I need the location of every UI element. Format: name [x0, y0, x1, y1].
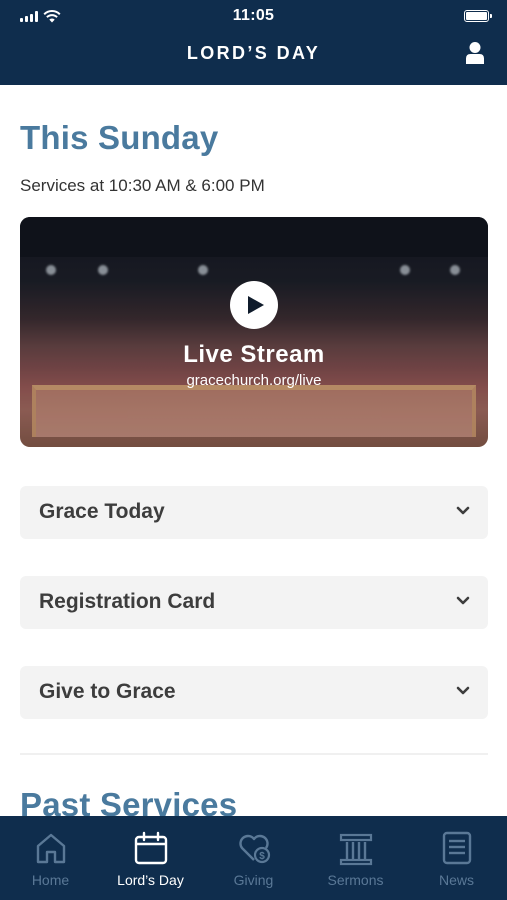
- chevron-down-icon: [456, 686, 470, 695]
- battery-icon: [464, 10, 492, 22]
- accordion-give-to-grace[interactable]: Give to Grace: [20, 666, 488, 719]
- service-times: Services at 10:30 AM & 6:00 PM: [20, 176, 265, 195]
- home-icon: [36, 833, 66, 864]
- status-time: 11:05: [232, 7, 275, 24]
- tab-giving[interactable]: $ Giving: [203, 816, 304, 900]
- profile-icon[interactable]: [464, 41, 486, 65]
- live-stream-url[interactable]: gracechurch.org/live: [20, 372, 488, 389]
- heart-dollar-icon: $: [239, 834, 271, 864]
- section-divider: [20, 753, 488, 755]
- accordion-label: Registration Card: [39, 590, 216, 613]
- top-bar: 11:05 LORD’S DAY: [0, 0, 507, 85]
- accordion-label: Give to Grace: [39, 680, 176, 703]
- accordion-grace-today[interactable]: Grace Today: [20, 486, 488, 539]
- status-bar: 11:05: [0, 0, 507, 32]
- bottom-tab-bar: Home Lord’s Day $ Giving Sermons News: [0, 816, 507, 900]
- tab-label: Giving: [233, 872, 274, 888]
- chevron-down-icon: [456, 506, 470, 515]
- calendar-icon: [134, 831, 168, 865]
- accordion-label: Grace Today: [39, 500, 165, 523]
- live-stream-card[interactable]: Live Stream gracechurch.org/live: [20, 217, 488, 447]
- play-icon: [248, 296, 264, 314]
- tab-label: Sermons: [327, 872, 384, 888]
- this-sunday-heading: This Sunday: [20, 119, 219, 156]
- tab-label: Lord’s Day: [117, 872, 184, 888]
- tab-news[interactable]: News: [406, 816, 507, 900]
- main-content[interactable]: This Sunday Services at 10:30 AM & 6:00 …: [0, 85, 507, 816]
- pillars-icon: [339, 833, 373, 866]
- tab-label: News: [438, 872, 474, 888]
- page-title: LORD’S DAY: [186, 43, 321, 63]
- tab-sermons[interactable]: Sermons: [305, 816, 406, 900]
- past-services-heading: Past Services: [20, 786, 238, 816]
- tab-lords-day[interactable]: Lord’s Day: [100, 816, 201, 900]
- tab-home[interactable]: Home: [0, 816, 101, 900]
- chevron-down-icon: [456, 596, 470, 605]
- accordion-registration-card[interactable]: Registration Card: [20, 576, 488, 629]
- news-icon: [442, 831, 472, 865]
- live-stream-title: Live Stream: [183, 341, 325, 368]
- tab-label: Home: [31, 872, 70, 888]
- play-button[interactable]: [230, 281, 278, 329]
- svg-text:$: $: [259, 851, 265, 862]
